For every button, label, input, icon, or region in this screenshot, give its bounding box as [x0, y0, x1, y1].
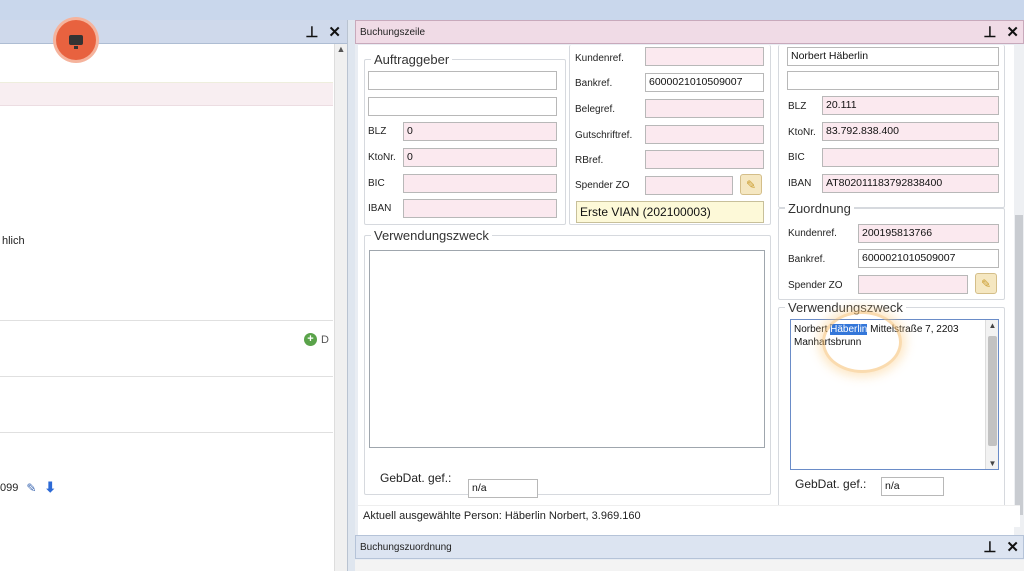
- top-bar: [0, 0, 1024, 20]
- pin-icon[interactable]: ⊥: [983, 23, 996, 41]
- blz-label: BLZ: [368, 126, 387, 137]
- textarea-scrollbar[interactable]: ▲ ▼: [985, 320, 998, 469]
- auftraggeber-line2-field[interactable]: [368, 97, 557, 116]
- person-ktonr-label: KtoNr.: [788, 127, 816, 138]
- pane-scrollbar[interactable]: [1014, 45, 1024, 535]
- group-title: Verwendungszweck: [371, 228, 492, 243]
- bic-field[interactable]: [403, 174, 557, 193]
- zuordnung-bankref-field[interactable]: 6000021010509007: [858, 249, 999, 268]
- scroll-down-arrow-icon[interactable]: ▼: [986, 459, 999, 468]
- divider: [0, 376, 333, 377]
- left-pane-header: ⊥ ✕: [0, 20, 347, 44]
- buchungszeile-pane: Buchungszeile ⊥ ✕ Auftraggeber BLZ 0 Kto…: [355, 20, 1024, 571]
- buchungszuordnung-header: Buchungszuordnung ⊥ ✕: [355, 535, 1024, 559]
- person-iban-field[interactable]: AT802011183792838400: [822, 174, 999, 193]
- buchungszuordnung-body: [355, 560, 1024, 571]
- gutschriftref-field[interactable]: [645, 125, 764, 144]
- zuordnung-spender-label: Spender ZO: [788, 280, 843, 291]
- iban-field[interactable]: [403, 199, 557, 218]
- status-line: Aktuell ausgewählte Person: Häberlin Nor…: [358, 505, 1020, 527]
- person-bic-label: BIC: [788, 152, 805, 163]
- zuordnung-spender-edit-button[interactable]: ✎: [975, 273, 997, 294]
- person-name-field[interactable]: Norbert Häberlin: [787, 47, 999, 66]
- bankref-field[interactable]: 6000021010509007: [645, 73, 764, 92]
- pane-title: Buchungszeile: [360, 26, 426, 38]
- text-part: Norbert: [794, 324, 831, 335]
- ktonr-field[interactable]: 0: [403, 148, 557, 167]
- pane-body: Auftraggeber BLZ 0 KtoNr. 0 BIC IBAN Kun…: [358, 45, 1020, 535]
- pencil-icon: ✎: [745, 177, 757, 192]
- gebdat-field[interactable]: n/a: [468, 479, 538, 498]
- left-scrollbar[interactable]: ▲: [334, 44, 347, 571]
- auftraggeber-line1-field[interactable]: [368, 71, 557, 90]
- pane-title: Buchungszuordnung: [360, 541, 452, 553]
- list-item: 099 ✎ ⬇: [0, 479, 56, 496]
- verwendungszweck2-textarea[interactable]: Norbert Häberlin Mittelstraße 7, 2203 Ma…: [790, 319, 999, 470]
- close-icon[interactable]: ✕: [328, 23, 341, 41]
- group-title: Verwendungszweck: [785, 300, 906, 315]
- person-bic-field[interactable]: [822, 148, 999, 167]
- zuordnung-spender-field[interactable]: [858, 275, 968, 294]
- rbref-field[interactable]: [645, 150, 764, 169]
- screen-monitor-icon[interactable]: [56, 20, 96, 60]
- divider: [0, 320, 333, 321]
- bankref-label: Bankref.: [575, 78, 613, 89]
- belegref-label: Belegref.: [575, 104, 616, 115]
- person-line2-field[interactable]: [787, 71, 999, 90]
- scroll-up-arrow-icon[interactable]: ▲: [335, 44, 347, 54]
- kundenref-field[interactable]: [645, 47, 764, 66]
- gebdat2-label: GebDat. gef.:: [795, 477, 867, 491]
- group-title: Auftraggeber: [371, 52, 453, 67]
- ktonr-label: KtoNr.: [368, 152, 396, 163]
- spender-zo-label: Spender ZO: [575, 180, 630, 191]
- add-button-label: D: [321, 333, 329, 346]
- selected-text: Häberlin: [830, 324, 868, 335]
- plus-icon: +: [304, 333, 317, 346]
- partial-text: hlich: [2, 235, 25, 247]
- group-title: Zuordnung: [785, 201, 854, 216]
- close-icon[interactable]: ✕: [1006, 23, 1019, 41]
- person-iban-label: IBAN: [788, 178, 812, 189]
- left-pane: ⊥ ✕ ▲ hlich + D 099 ✎ ⬇: [0, 20, 348, 571]
- zuordnung-kundenref-field[interactable]: 200195813766: [858, 224, 999, 243]
- arrow-down-icon[interactable]: ⬇: [44, 479, 56, 496]
- selected-row-band[interactable]: [0, 82, 333, 106]
- pin-icon[interactable]: ⊥: [983, 538, 996, 556]
- vian-field[interactable]: Erste VIAN (202100003): [576, 201, 764, 223]
- scroll-up-arrow-icon[interactable]: ▲: [986, 321, 999, 330]
- person-blz-label: BLZ: [788, 101, 807, 112]
- row-value: 099: [0, 481, 19, 494]
- pencil-icon: ✎: [980, 276, 992, 291]
- zuordnung-kundenref-label: Kundenref.: [788, 228, 837, 239]
- divider: [0, 432, 333, 433]
- kundenref-label: Kundenref.: [575, 53, 624, 64]
- add-button[interactable]: + D: [304, 333, 329, 346]
- pin-icon[interactable]: ⊥: [305, 23, 318, 41]
- close-icon[interactable]: ✕: [1006, 538, 1019, 556]
- gebdat-label: GebDat. gef.:: [380, 471, 452, 485]
- zuordnung-bankref-label: Bankref.: [788, 254, 826, 265]
- verwendungszweck2-text: Norbert Häberlin Mittelstraße 7, 2203 Ma…: [794, 323, 984, 349]
- scroll-thumb[interactable]: [988, 336, 997, 446]
- gutschriftref-label: Gutschriftref.: [575, 130, 633, 141]
- scroll-thumb[interactable]: [1015, 215, 1023, 515]
- person-blz-field[interactable]: 20.111: [822, 96, 999, 115]
- gebdat2-field[interactable]: n/a: [881, 477, 944, 496]
- bic-label: BIC: [368, 178, 385, 189]
- verwendungszweck-textarea[interactable]: [369, 250, 765, 448]
- blz-field[interactable]: 0: [403, 122, 557, 141]
- belegref-field[interactable]: [645, 99, 764, 118]
- spender-edit-button[interactable]: ✎: [740, 174, 762, 195]
- iban-label: IBAN: [368, 203, 392, 214]
- spender-zo-field[interactable]: [645, 176, 733, 195]
- pane-header: Buchungszeile ⊥ ✕: [355, 20, 1024, 44]
- pencil-icon[interactable]: ✎: [26, 481, 36, 495]
- person-ktonr-field[interactable]: 83.792.838.400: [822, 122, 999, 141]
- rbref-label: RBref.: [575, 155, 604, 166]
